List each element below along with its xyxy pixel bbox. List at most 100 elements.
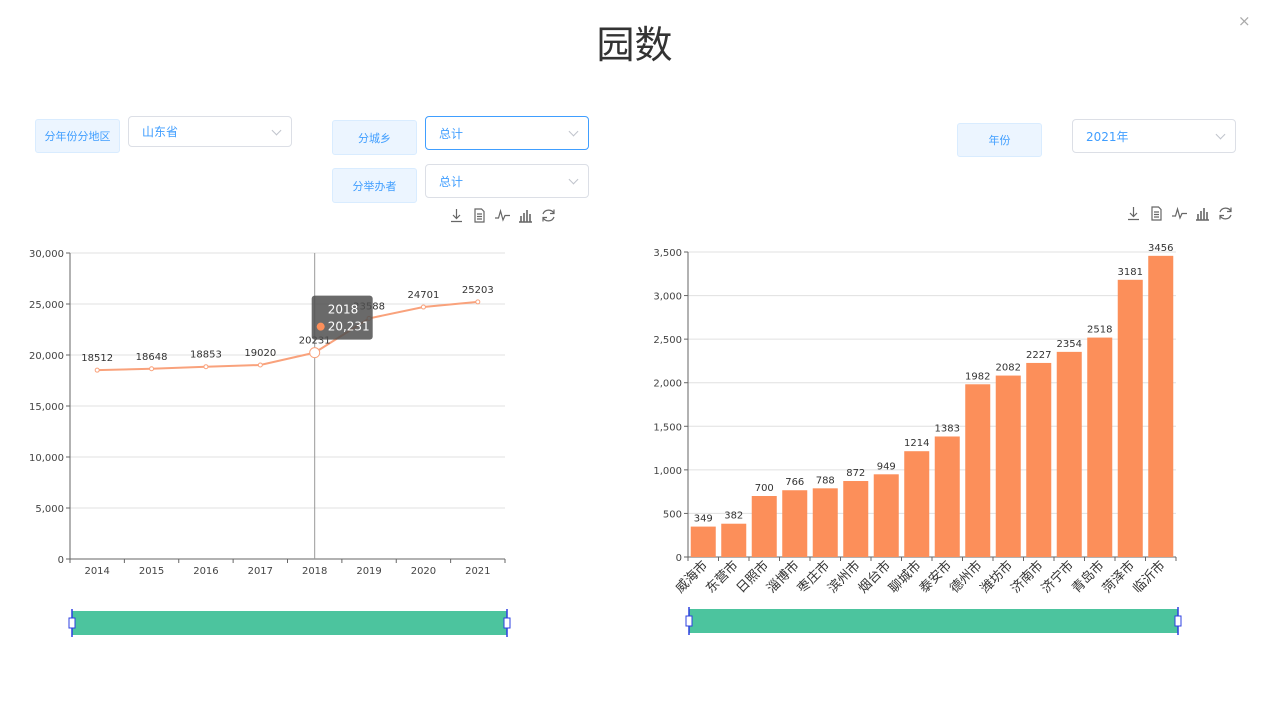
y-tick-label: 2,000	[653, 379, 682, 390]
sponsor-select[interactable]: 总计	[425, 164, 589, 198]
series-line	[97, 300, 478, 372]
tooltip-marker	[316, 322, 325, 331]
data-label: 1214	[904, 438, 929, 449]
year-filter-label: 年份	[957, 123, 1042, 157]
x-tick-label: 2015	[139, 566, 164, 577]
line-switch-icon[interactable]	[1171, 205, 1188, 222]
data-label: 872	[846, 468, 865, 479]
bar	[904, 451, 930, 557]
bar-switch-icon[interactable]	[1194, 205, 1211, 222]
year-select-value: 2021年	[1086, 129, 1129, 144]
x-tick-label: 烟台市	[855, 558, 894, 597]
chevron-down-icon	[568, 174, 579, 185]
x-tick-label: 临沂市	[1130, 558, 1169, 597]
charts-canvas: 0 5,000 10,000 15,000 20,000 25,000 30,000 2014…	[29, 243, 1182, 637]
x-tick-label: 聊城市	[886, 558, 925, 597]
bar	[934, 436, 960, 557]
x-tick-label: 2021	[465, 566, 490, 577]
data-label: 3456	[1148, 243, 1173, 254]
data-point	[420, 304, 426, 310]
chevron-down-icon	[1215, 129, 1226, 140]
data-label: 20231	[299, 336, 331, 347]
x-tick-label: 青岛市	[1069, 558, 1108, 597]
data-label: 382	[724, 511, 743, 522]
x-tick-label: 泰安市	[916, 558, 955, 597]
download-icon[interactable]	[448, 207, 465, 224]
y-tick-label: 0	[58, 555, 64, 566]
x-tick-label: 2020	[411, 566, 436, 577]
x-tick-label: 潍坊市	[977, 558, 1016, 597]
bar	[965, 384, 991, 557]
bar	[751, 496, 777, 557]
x-tick-label: 日照市	[733, 558, 772, 597]
data-label: 24701	[408, 290, 440, 301]
bar	[843, 481, 869, 557]
page-title: 园数	[596, 23, 673, 67]
data-zoom-slider	[689, 609, 1178, 633]
data-zoom-slider	[72, 611, 507, 635]
data-label: 1982	[965, 371, 990, 382]
bar	[1087, 337, 1113, 557]
close-icon[interactable]: ×	[1238, 12, 1251, 30]
x-tick-label: 德州市	[947, 558, 986, 597]
y-tick-label: 30,000	[29, 249, 64, 260]
region-select[interactable]: 山东省	[128, 116, 292, 147]
x-tick-label: 枣庄市	[794, 558, 833, 597]
urban-select-value: 总计	[439, 126, 464, 141]
slider-handle-grip	[685, 615, 693, 627]
data-point	[257, 362, 263, 368]
right-chart-toolbox	[1125, 205, 1234, 222]
y-tick-label: 25,000	[29, 300, 64, 311]
data-label: 3181	[1118, 267, 1143, 278]
data-point	[94, 367, 100, 373]
y-tick-label: 1,000	[653, 466, 682, 477]
line-chart: 0 5,000 10,000 15,000 20,000 25,000 30,000 2014…	[29, 249, 506, 577]
left-chart-toolbox	[448, 207, 557, 224]
bar	[995, 375, 1021, 557]
bar	[782, 490, 808, 557]
chevron-down-icon	[568, 126, 579, 137]
region-select-value: 山东省	[142, 125, 179, 139]
y-tick-label: 3,000	[653, 292, 682, 303]
sponsor-filter-label: 分举办者	[332, 168, 417, 203]
zoom-sliders	[68, 607, 1182, 637]
bar-chart: 0 500 1,000 1,500 2,000 2,500 3,000 3,500 349 382…	[653, 243, 1177, 597]
x-tick-label: 菏泽市	[1099, 558, 1138, 597]
x-tick-label: 济南市	[1008, 558, 1047, 597]
urban-select[interactable]: 总计	[425, 116, 589, 150]
tooltip-box	[311, 295, 373, 340]
y-tick-label: 2,500	[653, 335, 682, 346]
tooltip-title: 2018	[328, 303, 359, 317]
data-point	[203, 364, 209, 370]
data-label: 700	[755, 483, 774, 494]
x-tick-label: 济宁市	[1038, 558, 1077, 597]
bar-switch-icon[interactable]	[517, 207, 534, 224]
data-label: 766	[785, 477, 804, 488]
data-view-icon[interactable]	[471, 207, 488, 224]
bar	[1148, 255, 1174, 557]
bar	[690, 526, 716, 557]
y-tick-label: 500	[663, 509, 682, 520]
bar	[721, 523, 747, 557]
chevron-down-icon	[271, 125, 282, 135]
data-label: 788	[816, 475, 835, 486]
year-select[interactable]: 2021年	[1072, 119, 1236, 153]
restore-icon[interactable]	[540, 207, 557, 224]
data-label: 2354	[1057, 339, 1082, 350]
y-tick-label: 10,000	[29, 453, 64, 464]
x-tick-label: 东营市	[703, 558, 742, 597]
download-icon[interactable]	[1125, 205, 1142, 222]
data-label: 23588	[353, 301, 385, 312]
x-tick-label: 滨州市	[825, 558, 864, 597]
restore-icon[interactable]	[1217, 205, 1234, 222]
slider-handle-grip	[68, 617, 76, 629]
data-label: 1383	[935, 423, 960, 434]
sponsor-select-value: 总计	[439, 174, 464, 189]
bar	[1117, 279, 1143, 557]
line-switch-icon[interactable]	[494, 207, 511, 224]
urban-filter-label: 分城乡	[332, 120, 417, 155]
data-label: 2082	[996, 363, 1021, 374]
data-view-icon[interactable]	[1148, 205, 1165, 222]
bar	[812, 488, 838, 557]
region-filter-label: 分年份分地区	[35, 119, 120, 153]
